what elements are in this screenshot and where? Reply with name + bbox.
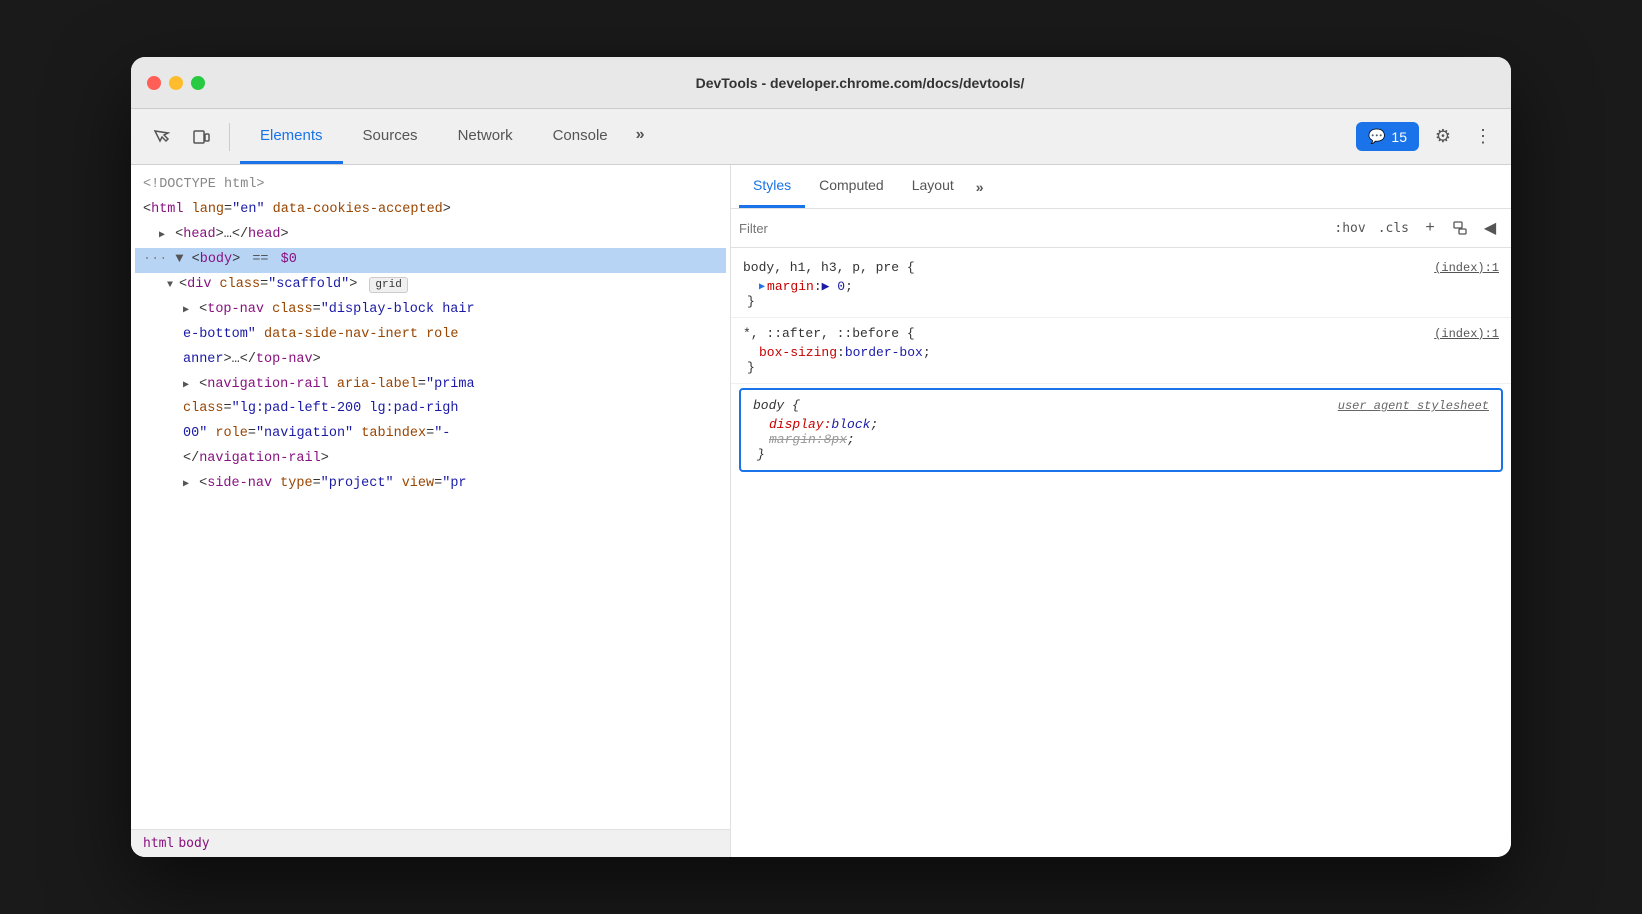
message-count: 15 [1391,129,1407,145]
window-title: DevTools - developer.chrome.com/docs/dev… [225,75,1495,91]
expand-icon[interactable]: ▶ [759,281,765,293]
css-source-1[interactable]: (index):1 [1434,261,1499,275]
toolbar-divider [229,123,230,151]
tab-network[interactable]: Network [438,109,533,164]
code-line-navrail-2: class="lg:pad-left-200 lg:pad-righ [135,397,726,422]
close-button[interactable] [147,76,161,90]
more-tabs-button[interactable]: » [628,109,653,164]
toolbar-right: 💬 15 ⚙ ⋮ [1356,121,1499,153]
plus-icon: + [1425,219,1434,237]
css-prop-margin-8px: margin: 8px ; [753,432,1489,447]
code-line-head: ▶ <head>…</head> [135,223,726,248]
css-selector-3: body { [753,398,800,413]
code-line-topnav-2: e-bottom" data-side-nav-inert role [135,323,726,348]
collapse-button[interactable]: ◀ [1477,215,1503,241]
code-line-html: <html lang="en" data-cookies-accepted> [135,198,726,223]
code-line-body[interactable]: ··· ▼ <body> == $0 [135,248,726,273]
filter-input[interactable] [739,221,1324,236]
maximize-button[interactable] [191,76,205,90]
settings-button[interactable]: ⚙ [1427,121,1459,153]
css-selector-1: body, h1, h3, p, pre { [743,260,915,275]
code-line-sidenav: ▶ <side-nav type="project" view="pr [135,472,726,497]
code-line-topnav-1: ▶ <top-nav class="display-block hair [135,298,726,323]
filter-bar: :hov .cls + ◀ [731,209,1511,248]
tab-console[interactable]: Console [533,109,628,164]
code-line-navrail-1: ▶ <navigation-rail aria-label="prima [135,373,726,398]
code-line-topnav-3: anner>…</top-nav> [135,348,726,373]
breadcrumb: html body [131,829,730,857]
code-line-doctype: <!DOCTYPE html> [135,173,726,198]
css-source-2[interactable]: (index):1 [1434,327,1499,341]
devtools-window: DevTools - developer.chrome.com/docs/dev… [131,57,1511,857]
elements-panel: <!DOCTYPE html> <html lang="en" data-coo… [131,165,731,857]
gear-icon: ⚙ [1435,126,1451,147]
device-icon[interactable] [183,119,219,155]
css-prop-display: display : block ; [753,417,1489,432]
code-line-navrail-3: 00" role="navigation" tabindex="- [135,422,726,447]
arrow-left-icon: ◀ [1484,218,1496,238]
breadcrumb-html[interactable]: html [143,836,174,851]
css-close-1: } [743,294,1499,309]
css-prop-boxsizing: box-sizing : border-box ; [743,345,1499,360]
elements-code[interactable]: <!DOCTYPE html> <html lang="en" data-coo… [131,165,730,829]
css-rules[interactable]: body, h1, h3, p, pre { (index):1 ▶ margi… [731,248,1511,857]
hov-button[interactable]: :hov [1330,219,1369,238]
tabs-container: Elements Sources Network Console » [240,109,653,164]
more-options-button[interactable]: ⋮ [1467,121,1499,153]
css-source-3[interactable]: user agent stylesheet [1338,399,1489,413]
styles-tabs: Styles Computed Layout » [731,165,1511,209]
tab-computed[interactable]: Computed [805,165,898,208]
more-style-tabs[interactable]: » [968,165,992,208]
add-rule-button[interactable]: + [1417,215,1443,241]
toolbar: Elements Sources Network Console » 💬 15 … [131,109,1511,165]
css-rule-universal: *, ::after, ::before { (index):1 box-siz… [731,318,1511,384]
message-icon: 💬 [1368,128,1385,145]
breadcrumb-body[interactable]: body [178,836,209,851]
css-rule-body-h1: body, h1, h3, p, pre { (index):1 ▶ margi… [731,252,1511,318]
main-content: <!DOCTYPE html> <html lang="en" data-coo… [131,165,1511,857]
css-rule-body-highlighted: body { user agent stylesheet display : b… [739,388,1503,472]
tab-sources[interactable]: Sources [343,109,438,164]
css-close-3: } [753,447,1489,462]
css-selector-2: *, ::after, ::before { [743,326,915,341]
code-line-navrail-close: </navigation-rail> [135,447,726,472]
code-line-div-scaffold: ▼ <div class="scaffold"> grid [135,273,726,298]
styles-panel: Styles Computed Layout » :hov .cls + [731,165,1511,857]
filter-buttons: :hov .cls + ◀ [1330,215,1503,241]
css-prop-margin-0: ▶ margin : ▶ 0 ; [743,279,1499,294]
minimize-button[interactable] [169,76,183,90]
inspector-icon[interactable] [143,119,179,155]
window-controls [147,76,205,90]
cls-button[interactable]: .cls [1374,219,1413,238]
tab-layout[interactable]: Layout [898,165,968,208]
tab-elements[interactable]: Elements [240,109,343,164]
tab-styles[interactable]: Styles [739,165,805,208]
paint-button[interactable] [1447,215,1473,241]
titlebar: DevTools - developer.chrome.com/docs/dev… [131,57,1511,109]
dots-icon: ⋮ [1474,126,1492,147]
css-close-2: } [743,360,1499,375]
messages-badge-button[interactable]: 💬 15 [1356,122,1419,151]
